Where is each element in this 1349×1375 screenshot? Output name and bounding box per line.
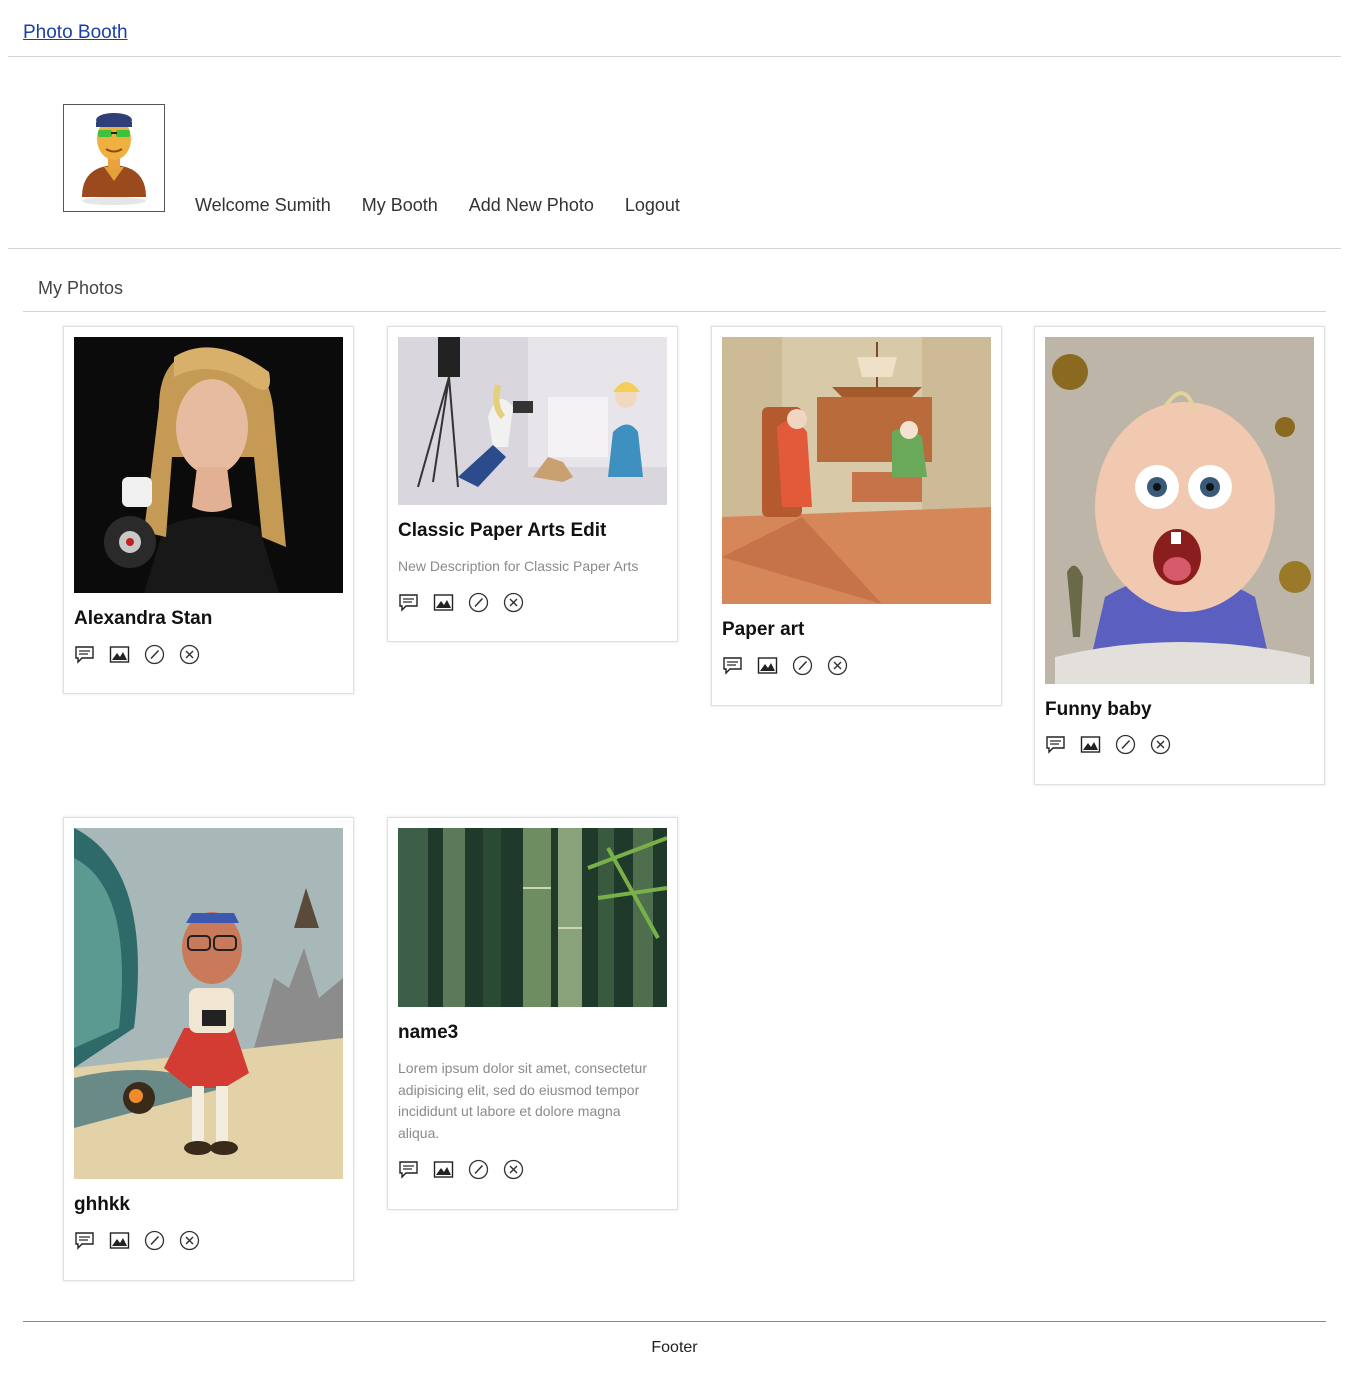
delete-icon[interactable] [503,1159,524,1180]
image-icon[interactable] [1080,734,1101,755]
header-divider [8,56,1341,57]
photo-title: Paper art [722,619,805,640]
edit-icon[interactable] [792,655,813,676]
image-icon[interactable] [109,644,130,665]
photo-title: Classic Paper Arts Edit [398,520,607,541]
edit-icon[interactable] [1115,734,1136,755]
comment-icon[interactable] [74,1230,95,1251]
footer-divider [23,1321,1326,1322]
comment-icon[interactable] [398,592,419,613]
comment-icon[interactable] [722,655,743,676]
photo-description: New Description for Classic Paper Arts [398,558,639,574]
image-icon[interactable] [433,592,454,613]
photo-title: ghhkk [74,1194,130,1215]
photo-title: name3 [398,1022,459,1043]
photo-image[interactable] [722,337,991,604]
user-avatar-icon [82,113,146,205]
photo-card: name3 Lorem ipsum dolor sit amet, consec… [387,817,678,1210]
image-icon[interactable] [433,1159,454,1180]
photo-actions [398,592,538,613]
image-icon[interactable] [757,655,778,676]
photo-actions [1045,734,1185,755]
edit-icon[interactable] [144,644,165,665]
nav-divider [8,248,1341,249]
delete-icon[interactable] [1150,734,1171,755]
section-title: My Photos [38,278,124,298]
photo-description: Lorem ipsum dolor sit amet, consectetur … [398,1060,647,1141]
photo-actions [74,644,214,665]
edit-icon[interactable] [468,592,489,613]
nav-my-booth[interactable]: My Booth [362,195,438,216]
photo-title: Funny baby [1045,699,1152,720]
delete-icon[interactable] [827,655,848,676]
nav-add-new-photo[interactable]: Add New Photo [469,195,594,216]
photo-card: Funny baby [1034,326,1325,785]
photo-image[interactable] [398,828,667,1007]
photo-card: Alexandra Stan [63,326,354,694]
photo-card: Classic Paper Arts Edit New Description … [387,326,678,642]
delete-icon[interactable] [179,1230,200,1251]
photo-title: Alexandra Stan [74,608,213,629]
edit-icon[interactable] [468,1159,489,1180]
section-divider [23,311,1326,312]
nav-logout[interactable]: Logout [625,195,680,216]
brand-link[interactable]: Photo Booth [23,22,128,44]
delete-icon[interactable] [503,592,524,613]
photo-card: Paper art [711,326,1002,706]
welcome-text: Welcome Sumith [195,195,331,215]
photo-actions [398,1159,538,1180]
avatar[interactable] [63,104,165,212]
edit-icon[interactable] [144,1230,165,1251]
photo-image[interactable] [74,828,343,1179]
photo-image[interactable] [74,337,343,593]
comment-icon[interactable] [398,1159,419,1180]
image-icon[interactable] [109,1230,130,1251]
photo-actions [74,1230,214,1251]
comment-icon[interactable] [74,644,95,665]
photo-actions [722,655,862,676]
comment-icon[interactable] [1045,734,1066,755]
delete-icon[interactable] [179,644,200,665]
photo-card: ghhkk [63,817,354,1281]
photo-image[interactable] [1045,337,1314,684]
footer-text: Footer [651,1339,698,1356]
photo-image[interactable] [398,337,667,505]
main-nav: Welcome Sumith My Booth Add New Photo Lo… [195,195,680,216]
